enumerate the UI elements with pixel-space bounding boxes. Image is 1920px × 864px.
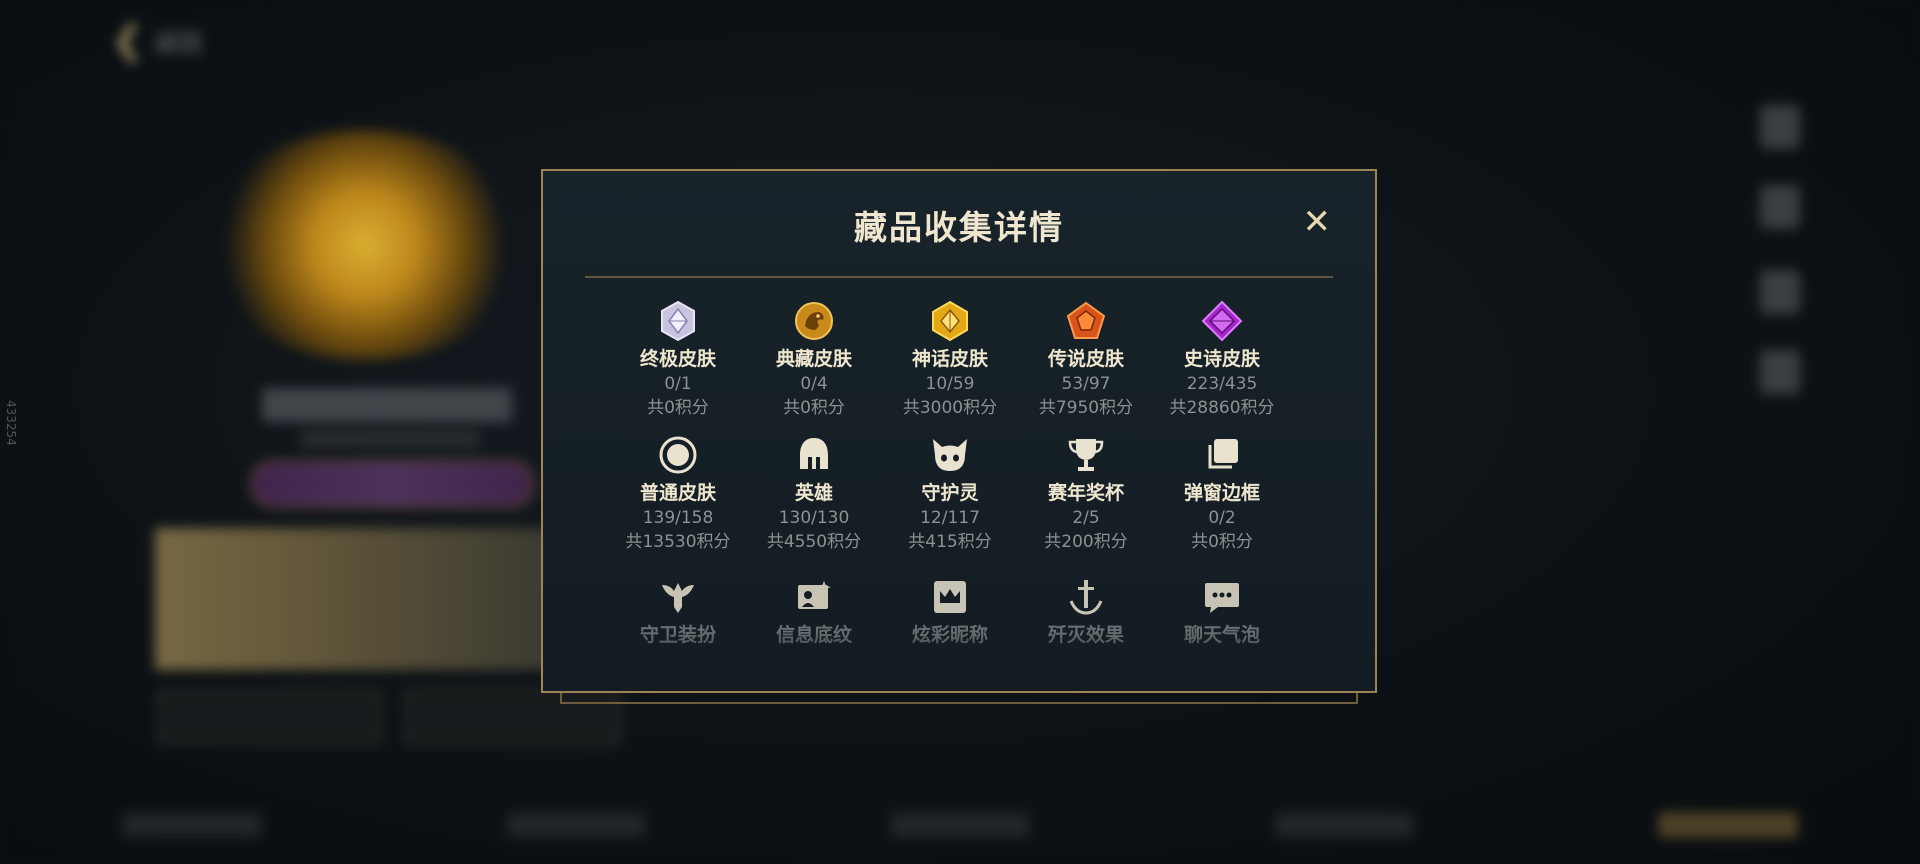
item-progress: 12/117 <box>920 508 980 528</box>
item-label: 传说皮肤 <box>1047 348 1124 370</box>
item-label: 普通皮肤 <box>639 482 716 504</box>
item-label: 神话皮肤 <box>911 348 988 370</box>
collection-details-modal: 藏品收集详情 ✕ 终极皮肤 0/1 共0积分 典藏皮肤 0/4 共0积分 神话皮… <box>541 169 1377 693</box>
collection-item-legendary[interactable]: 传说皮肤 53/97 共7950积分 <box>1018 299 1154 433</box>
modal-title: 藏品收集详情 <box>854 208 1064 247</box>
item-points: 共3000积分 <box>902 398 998 418</box>
item-label: 终极皮肤 <box>639 348 716 370</box>
item-progress: 139/158 <box>642 508 714 528</box>
item-progress: 0/1 <box>664 374 692 394</box>
item-label: 典藏皮肤 <box>775 348 852 370</box>
item-label: 史诗皮肤 <box>1183 348 1260 370</box>
item-points: 共0积分 <box>647 398 709 418</box>
collection-grid: 终极皮肤 0/1 共0积分 典藏皮肤 0/4 共0积分 神话皮肤 10/59 共… <box>610 299 1310 567</box>
collection-item-guardian[interactable]: 守护灵 12/117 共415积分 <box>882 433 1018 567</box>
close-icon: ✕ <box>1302 202 1332 242</box>
ultimate-gem-icon <box>656 299 700 343</box>
ward-icon <box>656 575 700 619</box>
crown-card-icon <box>928 575 972 619</box>
collection-item-trophy[interactable]: 赛年奖杯 2/5 共200积分 <box>1018 433 1154 567</box>
legendary-gem-icon <box>1064 299 1108 343</box>
item-label: 赛年奖杯 <box>1047 482 1124 504</box>
item-progress: 10/59 <box>925 374 975 394</box>
frames-icon <box>1200 433 1244 477</box>
item-points: 共7950积分 <box>1038 398 1134 418</box>
card-sparkle-icon <box>792 575 836 619</box>
item-progress: 0/4 <box>800 374 828 394</box>
item-label: 守护灵 <box>921 482 979 504</box>
item-progress: 130/130 <box>778 508 850 528</box>
collection-item-frame[interactable]: 弹窗边框 0/2 共0积分 <box>1154 433 1290 567</box>
item-label: 英雄 <box>794 482 833 504</box>
collection-item-ultimate[interactable]: 终极皮肤 0/1 共0积分 <box>610 299 746 433</box>
item-progress: 223/435 <box>1186 374 1258 394</box>
item-label: 弹窗边框 <box>1183 482 1260 504</box>
trophy-icon <box>1064 433 1108 477</box>
mythic-gem-icon <box>928 299 972 343</box>
guardian-spirit-icon <box>928 433 972 477</box>
collection-item-hero[interactable]: 英雄 130/130 共4550积分 <box>746 433 882 567</box>
item-progress: 0/2 <box>1208 508 1236 528</box>
close-button[interactable]: ✕ <box>1303 205 1332 239</box>
item-progress: 53/97 <box>1061 374 1111 394</box>
collection-item-collector[interactable]: 典藏皮肤 0/4 共0积分 <box>746 299 882 433</box>
item-points: 共4550积分 <box>766 532 862 552</box>
item-points: 共13530积分 <box>625 532 731 552</box>
item-points: 共28860积分 <box>1169 398 1275 418</box>
title-divider <box>585 276 1333 278</box>
item-points: 共0积分 <box>783 398 845 418</box>
ring-icon <box>656 433 700 477</box>
helmet-icon <box>792 433 836 477</box>
collection-item-mythic[interactable]: 神话皮肤 10/59 共3000积分 <box>882 299 1018 433</box>
anchor-icon <box>1064 575 1108 619</box>
collection-item-epic[interactable]: 史诗皮肤 223/435 共28860积分 <box>1154 299 1290 433</box>
epic-gem-icon <box>1200 299 1244 343</box>
chat-bubble-icon <box>1200 575 1244 619</box>
collector-dragon-icon <box>792 299 836 343</box>
scroll-fade <box>583 631 1335 671</box>
collection-item-normal-skin[interactable]: 普通皮肤 139/158 共13530积分 <box>610 433 746 567</box>
item-progress: 2/5 <box>1072 508 1100 528</box>
item-points: 共200积分 <box>1044 532 1128 552</box>
item-points: 共415积分 <box>908 532 992 552</box>
item-points: 共0积分 <box>1191 532 1253 552</box>
